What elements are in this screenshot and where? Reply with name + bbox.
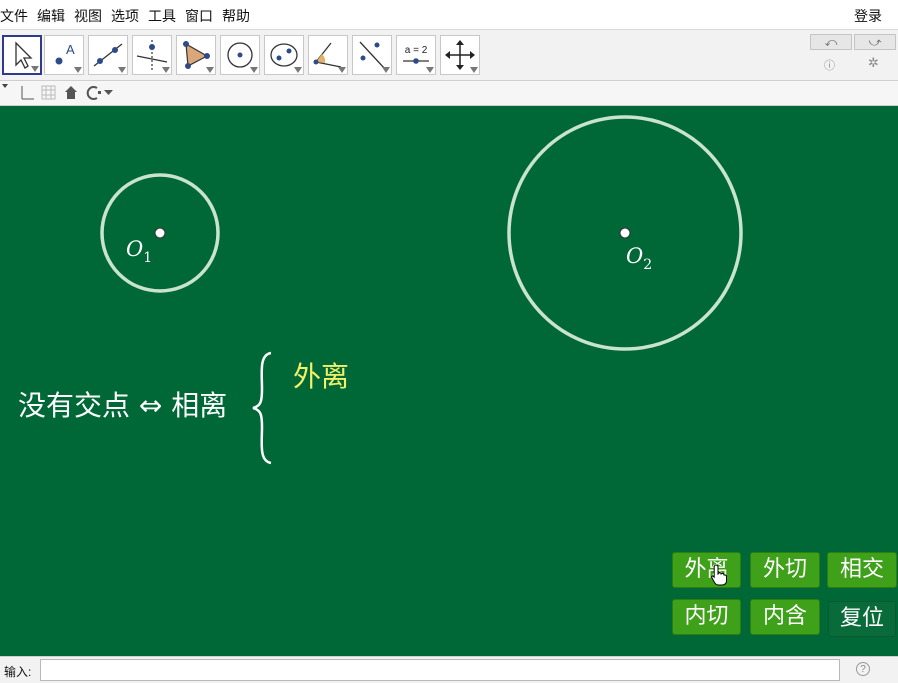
label-o2: O2 (626, 244, 652, 273)
graphics-view[interactable]: O1 O2 没有交点 ⇔ 相离 外离 外离 外切 相交 内切 内含 复位 (0, 106, 898, 656)
center-point-o2[interactable] (619, 227, 631, 239)
label-style-icon[interactable] (86, 86, 113, 100)
undo-button[interactable]: ⤺ (810, 34, 852, 50)
svg-text:a = 2: a = 2 (405, 45, 428, 56)
svg-text:A: A (66, 42, 75, 57)
menu-view[interactable]: 视图 (74, 6, 102, 26)
menu-tools[interactable]: 工具 (148, 6, 176, 26)
style-bar-icons (2, 84, 113, 100)
perpendicular-tool-button[interactable] (132, 35, 172, 75)
axes-toggle-icon[interactable] (21, 86, 34, 100)
style-bar (0, 81, 898, 106)
redo-icon: ⤻ (868, 35, 882, 49)
reflect-tool-button[interactable] (352, 35, 392, 75)
external-separate-button[interactable]: 外离 (672, 552, 741, 588)
conic-tool-button[interactable] (264, 35, 304, 75)
statement-text: 没有交点 ⇔ 相离 (18, 389, 227, 422)
case-label: 外离 (293, 360, 349, 393)
intersect-button[interactable]: 相交 (827, 552, 897, 588)
internal-tangent-button[interactable]: 内切 (672, 599, 741, 635)
menu-options[interactable]: 选项 (111, 6, 139, 26)
point-tool-button[interactable]: A (44, 35, 84, 75)
menu-window[interactable]: 窗口 (185, 6, 213, 26)
input-label: 输入: (4, 665, 32, 679)
angle-tool-button[interactable] (308, 35, 348, 75)
label-o1: O1 (126, 237, 152, 266)
undo-icon: ⤺ (824, 35, 838, 49)
gear-icon[interactable]: ✲ (868, 55, 879, 71)
move-view-tool-button[interactable] (440, 35, 480, 75)
curly-brace (252, 351, 272, 465)
external-tangent-button[interactable]: 外切 (750, 552, 820, 588)
menu-edit[interactable]: 编辑 (37, 6, 65, 26)
menu-help[interactable]: 帮助 (222, 6, 250, 26)
toolbar: A a = 2 ⤺ ⤻ ⓘ ✲ (0, 30, 898, 81)
home-icon[interactable] (65, 86, 77, 99)
login-link[interactable]: 登录 (854, 6, 882, 26)
hand-cursor-icon (711, 564, 727, 586)
circle-tool-button[interactable] (220, 35, 260, 75)
center-point-o1[interactable] (154, 227, 166, 239)
algebra-input-field[interactable] (40, 659, 840, 681)
redo-button[interactable]: ⤻ (854, 34, 896, 50)
reset-button[interactable]: 复位 (828, 601, 896, 637)
menu-file[interactable]: 文件 (0, 6, 28, 26)
input-help-icon[interactable]: ? (856, 662, 870, 676)
contain-button[interactable]: 内含 (750, 599, 820, 635)
move-tool-button[interactable] (2, 35, 42, 75)
grid-toggle-icon[interactable] (41, 85, 56, 100)
polygon-tool-button[interactable] (176, 35, 216, 75)
line-tool-button[interactable] (88, 35, 128, 75)
input-bar: 输入: ? (0, 656, 898, 683)
help-icon[interactable]: ⓘ (824, 57, 835, 73)
menu-bar: 文件 编辑 视图 选项 工具 窗口 帮助 登录 (0, 0, 898, 30)
collapse-triangle-icon[interactable] (2, 84, 8, 88)
slider-tool-button[interactable]: a = 2 (396, 35, 436, 75)
